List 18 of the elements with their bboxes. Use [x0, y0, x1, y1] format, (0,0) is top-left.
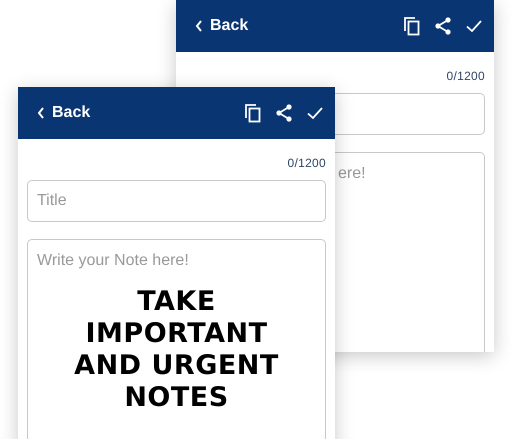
- headline-line: AND URGENT: [74, 350, 279, 382]
- character-counter: 0/1200: [287, 156, 326, 170]
- chevron-icon: [37, 107, 45, 119]
- chevron-icon: [195, 20, 203, 32]
- share-icon[interactable]: [433, 16, 453, 36]
- copy-icon[interactable]: [243, 103, 263, 123]
- headline-line: NOTES: [124, 382, 229, 414]
- title-field[interactable]: Title: [27, 180, 326, 222]
- headline-line: TAKE: [137, 286, 216, 318]
- copy-icon[interactable]: [402, 16, 422, 36]
- back-button[interactable]: Back: [37, 102, 90, 124]
- share-icon[interactable]: [274, 103, 294, 123]
- headline-line: IMPORTANT: [86, 318, 268, 350]
- note-placeholder: ere!: [338, 165, 366, 183]
- note-placeholder: Write your Note here!: [37, 252, 189, 270]
- back-button[interactable]: Back: [195, 15, 248, 37]
- note-field[interactable]: Write your Note here! TAKE IMPORTANT AND URGENT NOTES: [27, 239, 326, 439]
- character-counter: 0/1200: [446, 69, 485, 83]
